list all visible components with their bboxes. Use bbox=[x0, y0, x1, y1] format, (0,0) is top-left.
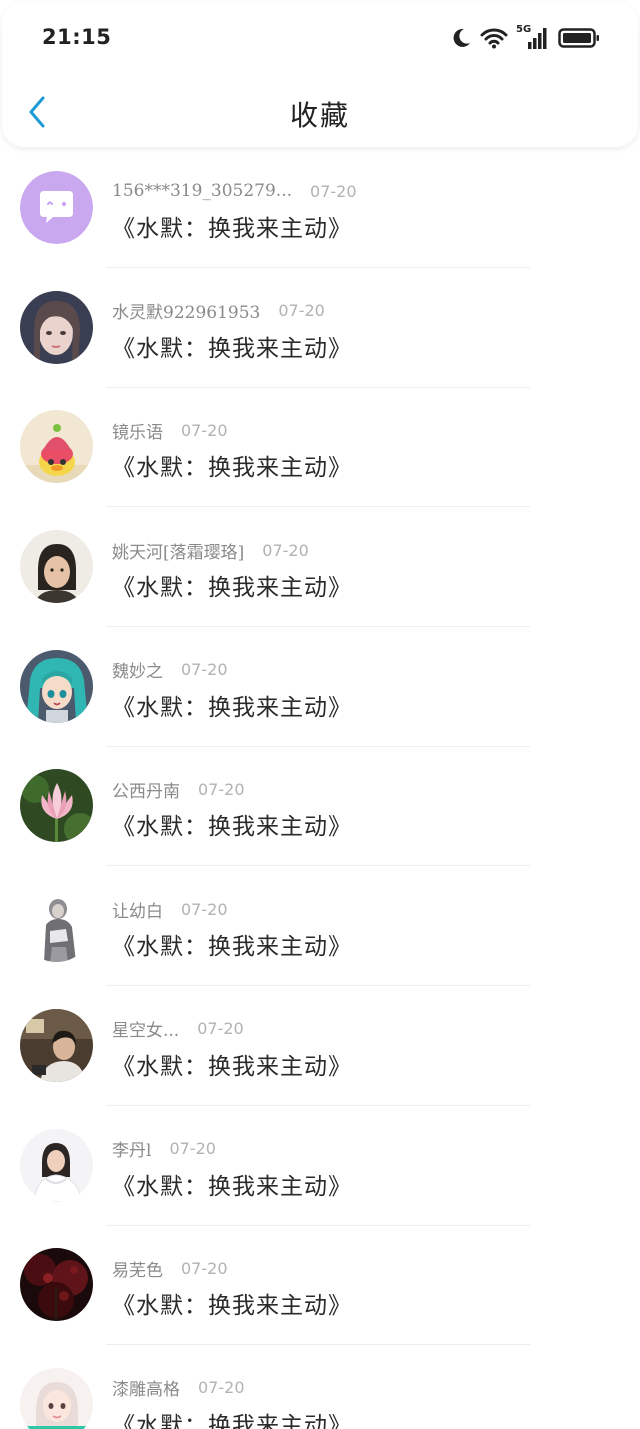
item-date: 07-20 bbox=[197, 1019, 244, 1039]
item-title: 《水默：换我来主动》 bbox=[112, 216, 352, 242]
list-item[interactable]: 水灵默922961953 07-20 《水默：换我来主动》 bbox=[0, 269, 640, 389]
user-avatar bbox=[20, 649, 93, 723]
item-date: 07-20 bbox=[198, 779, 245, 799]
item-title: 《水默：换我来主动》 bbox=[112, 575, 352, 602]
list-item[interactable]: 姚天河[落霜璎珞] 07-20 《水默：换我来主动》 bbox=[0, 508, 640, 628]
item-title: 《水默：换我来主动》 bbox=[112, 455, 352, 482]
list-item[interactable]: 花落为红颜 漆雕高格 07-20 《水默：换我来主动》 bbox=[0, 1346, 640, 1429]
item-username: 水灵默922961953 bbox=[112, 303, 261, 324]
status-bar: 21:15 5G bbox=[2, 2, 638, 72]
item-username: 156***319_305279... bbox=[112, 181, 293, 201]
item-title: 《水默：换我来主动》 bbox=[112, 934, 352, 961]
status-icons: 5G bbox=[450, 24, 600, 52]
item-username: 镜乐语 bbox=[112, 422, 163, 443]
item-username: 让幼白 bbox=[112, 901, 163, 922]
item-meta: 156***319_305279... 07-20 bbox=[112, 179, 357, 203]
user-avatar bbox=[20, 769, 93, 843]
item-title: 《水默：换我来主动》 bbox=[112, 1053, 352, 1080]
user-avatar bbox=[20, 290, 93, 364]
item-date: 07-20 bbox=[181, 1258, 228, 1278]
item-meta: 姚天河[落霜璎珞] 07-20 bbox=[112, 538, 309, 563]
item-username: 李丹l bbox=[112, 1141, 152, 1161]
nav-bar: 收藏 bbox=[2, 82, 638, 142]
item-date: 07-20 bbox=[181, 899, 228, 919]
5g-signal-icon: 5G bbox=[516, 24, 550, 51]
list-item[interactable]: 让幼白 07-20 《水默：换我来主动》 bbox=[0, 867, 640, 987]
favorites-list: 156***319_305279... 07-20 《水默：换我来主动》 水灵默… bbox=[0, 149, 640, 1429]
moon-icon bbox=[450, 27, 472, 49]
default-chat-avatar bbox=[20, 171, 93, 244]
list-item[interactable]: 李丹l 07-20 《水默：换我来主动》 bbox=[0, 1107, 640, 1227]
user-avatar bbox=[20, 1008, 93, 1082]
item-date: 07-20 bbox=[198, 1378, 245, 1398]
item-username: 公西丹南 bbox=[112, 781, 180, 802]
item-meta: 星空女... 07-20 bbox=[112, 1017, 244, 1041]
item-date: 07-20 bbox=[278, 301, 325, 321]
item-meta: 镜乐语 07-20 bbox=[112, 418, 228, 443]
user-avatar bbox=[20, 889, 93, 963]
user-avatar bbox=[20, 1248, 93, 1322]
item-date: 07-20 bbox=[181, 660, 228, 680]
item-meta: 公西丹南 07-20 bbox=[112, 777, 245, 802]
item-meta: 水灵默922961953 07-20 bbox=[112, 299, 325, 323]
list-item[interactable]: 魏妙之 07-20 《水默：换我来主动》 bbox=[0, 628, 640, 748]
item-title: 《水默：换我来主动》 bbox=[112, 1412, 352, 1429]
user-avatar bbox=[20, 410, 93, 484]
item-username: 魏妙之 bbox=[112, 662, 163, 683]
item-username: 易芜色 bbox=[112, 1260, 163, 1281]
item-date: 07-20 bbox=[262, 540, 309, 560]
list-item[interactable]: 156***319_305279... 07-20 《水默：换我来主动》 bbox=[0, 149, 640, 269]
item-meta: 漆雕高格 07-20 bbox=[112, 1376, 245, 1400]
list-item[interactable]: 公西丹南 07-20 《水默：换我来主动》 bbox=[0, 747, 640, 867]
item-title: 《水默：换我来主动》 bbox=[112, 1173, 352, 1200]
item-meta: 让幼白 07-20 bbox=[112, 897, 228, 922]
item-date: 07-20 bbox=[181, 420, 228, 440]
item-username: 漆雕高格 bbox=[112, 1380, 180, 1401]
user-avatar bbox=[20, 1128, 93, 1202]
header: 21:15 5G 收藏 bbox=[2, 2, 638, 147]
item-username: 星空女... bbox=[112, 1021, 180, 1042]
page-title: 收藏 bbox=[289, 99, 350, 132]
wifi-icon bbox=[480, 27, 508, 49]
item-date: 07-20 bbox=[169, 1139, 216, 1158]
list-item[interactable]: 易芜色 07-20 《水默：换我来主动》 bbox=[0, 1226, 640, 1346]
item-title: 《水默：换我来主动》 bbox=[112, 1293, 352, 1320]
list-item[interactable]: 星空女... 07-20 《水默：换我来主动》 bbox=[0, 987, 640, 1107]
item-meta: 易芜色 07-20 bbox=[112, 1256, 228, 1281]
item-title: 《水默：换我来主动》 bbox=[112, 814, 352, 841]
item-title: 《水默：换我来主动》 bbox=[112, 694, 352, 721]
item-title: 《水默：换我来主动》 bbox=[112, 335, 352, 362]
item-username: 姚天河[落霜璎珞] bbox=[112, 542, 245, 563]
battery-icon bbox=[558, 27, 600, 49]
item-date: 07-20 bbox=[310, 181, 357, 201]
item-meta: 魏妙之 07-20 bbox=[112, 658, 228, 682]
favorites-screen: 21:15 5G 收藏 156***319_305279... 07-20 《水… bbox=[0, 0, 640, 1429]
item-meta: 李丹l 07-20 bbox=[112, 1137, 216, 1161]
status-time: 21:15 bbox=[42, 25, 112, 49]
user-avatar: 花落为红颜 bbox=[20, 1367, 93, 1429]
list-item[interactable]: 镜乐语 07-20 《水默：换我来主动》 bbox=[0, 388, 640, 508]
user-avatar bbox=[20, 530, 93, 604]
